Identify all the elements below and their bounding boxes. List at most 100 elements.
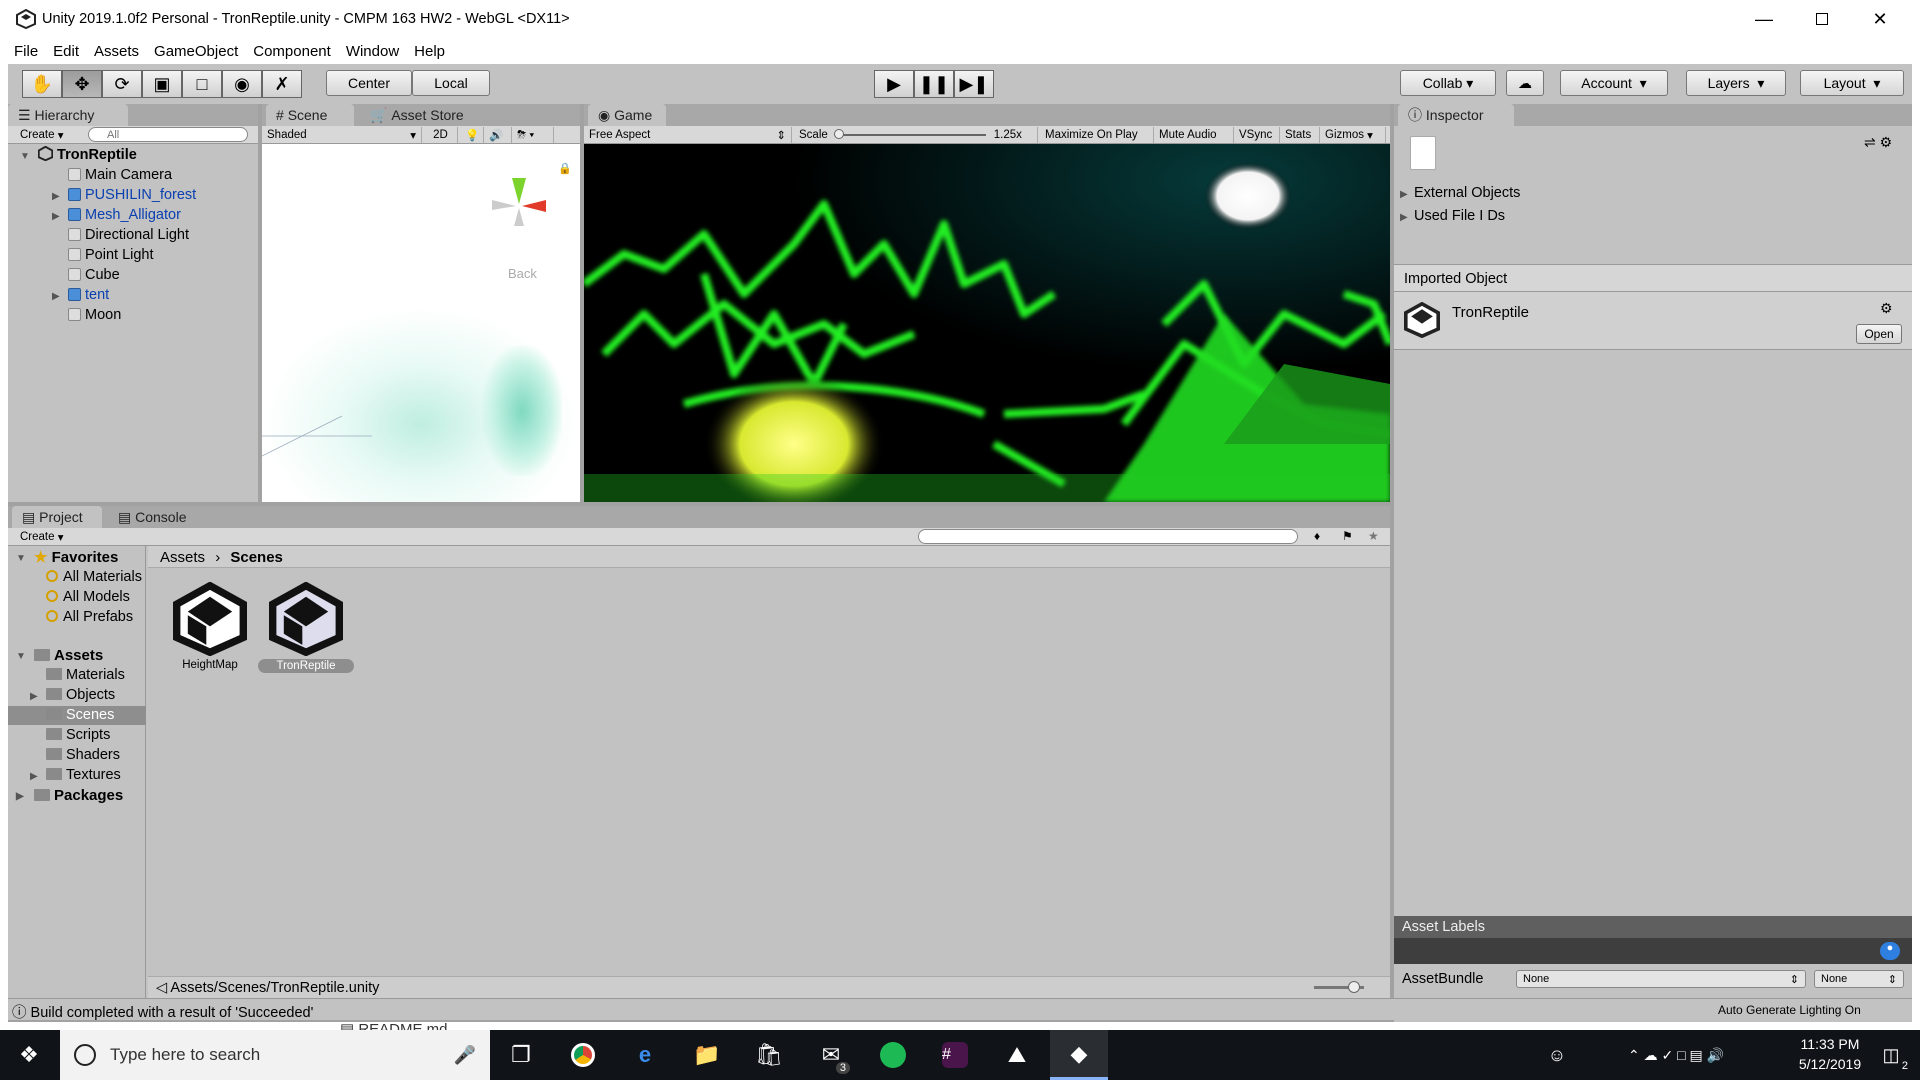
custom-tool-icon[interactable]: ✗	[262, 70, 302, 98]
favorites-root[interactable]: ▼ ★ Favorites	[16, 548, 118, 567]
tab-game[interactable]: ◉ Game	[588, 104, 666, 126]
lighting-toggle-icon[interactable]: 💡	[460, 127, 484, 143]
layout-dropdown[interactable]: Layout ▾	[1800, 70, 1904, 96]
move-tool-icon[interactable]: ✥	[62, 70, 102, 98]
hierarchy-item[interactable]: Directional Light	[68, 226, 189, 245]
favorite-star-icon[interactable]: ★	[1368, 529, 1379, 543]
open-button[interactable]: Open	[1856, 324, 1902, 344]
mode-2d-button[interactable]: 2D	[424, 127, 458, 143]
shading-dropdown[interactable]: Shaded ▾	[262, 127, 422, 143]
collab-dropdown[interactable]: Collab ▾	[1400, 70, 1496, 96]
asset-folder-item[interactable]: ▶ Textures	[30, 766, 121, 785]
edge-icon[interactable]: e	[616, 1030, 674, 1080]
asset-folder-item[interactable]: Shaders	[46, 746, 120, 765]
system-tray[interactable]: ⌃ ☁ ✓ □ ▤ 🔊	[1576, 1030, 1776, 1080]
expand-arrow-icon[interactable]: ▶	[30, 767, 38, 786]
step-icon[interactable]: ▶❚	[954, 70, 994, 98]
tab-inspector[interactable]: ⓘ Inspector	[1398, 104, 1514, 126]
expand-arrow-icon[interactable]: ▶	[52, 187, 60, 206]
menu-gameobject[interactable]: GameObject	[154, 43, 238, 60]
filter-label-icon[interactable]: ⚑	[1342, 529, 1353, 543]
store-icon[interactable]: 🛍	[740, 1030, 798, 1080]
play-icon[interactable]: ▶	[874, 70, 914, 98]
imported-settings-icon[interactable]: ⚙	[1880, 300, 1893, 317]
spotify-icon[interactable]	[864, 1030, 922, 1080]
unity-taskbar-icon[interactable]: ◆	[1050, 1030, 1108, 1080]
transform-tool-icon[interactable]: ◉	[222, 70, 262, 98]
audio-toggle-icon[interactable]: 🔊	[484, 127, 512, 143]
microphone-icon[interactable]: 🎤	[454, 1045, 476, 1066]
account-dropdown[interactable]: Account ▾	[1560, 70, 1668, 96]
asset-folder-item[interactable]: ▶ Objects	[30, 686, 115, 705]
label-tag-icon[interactable]: ●	[1880, 942, 1900, 960]
expand-arrow-icon[interactable]: ▶	[52, 207, 60, 226]
photos-icon[interactable]: ⛰	[988, 1030, 1046, 1080]
tab-hierarchy[interactable]: ☰ Hierarchy	[8, 104, 128, 126]
effects-toggle-icon[interactable]: ⛈ ▾	[512, 127, 554, 143]
inspector-item-external-objects[interactable]: ▶ External Objects	[1400, 184, 1520, 203]
inspector-settings-icon[interactable]: ⇌ ⚙	[1864, 134, 1892, 151]
gizmos-dropdown[interactable]: Gizmos ▾	[1320, 127, 1386, 143]
favorite-item[interactable]: All Prefabs	[46, 608, 146, 627]
breadcrumb-scenes[interactable]: Scenes	[230, 549, 283, 566]
hand-tool-icon[interactable]: ✋	[22, 70, 62, 98]
project-search-input[interactable]	[918, 529, 1298, 544]
menu-file[interactable]: File	[14, 43, 38, 60]
tab-scene[interactable]: # Scene	[266, 104, 354, 126]
pivot-center-button[interactable]: Center	[326, 70, 412, 96]
assetbundle-dropdown[interactable]: None ⇕	[1516, 970, 1806, 988]
project-create[interactable]: Create	[20, 531, 55, 543]
menu-component[interactable]: Component	[253, 43, 331, 60]
notifications-icon[interactable]: ◫ 2	[1862, 1030, 1920, 1080]
maximize-on-play-toggle[interactable]: Maximize On Play	[1040, 127, 1154, 143]
stats-toggle[interactable]: Stats	[1280, 127, 1320, 143]
slack-icon[interactable]: #	[926, 1030, 984, 1080]
mute-audio-toggle[interactable]: Mute Audio	[1154, 127, 1234, 143]
hierarchy-item[interactable]: Main Camera	[68, 166, 172, 185]
rect-tool-icon[interactable]: □	[182, 70, 222, 98]
hierarchy-item[interactable]: ▶ tent	[52, 286, 109, 305]
menu-edit[interactable]: Edit	[53, 43, 79, 60]
lighting-status[interactable]: Auto Generate Lighting On	[1718, 1003, 1861, 1017]
windows-start-icon[interactable]: ❖	[0, 1030, 58, 1080]
hierarchy-item[interactable]: Cube	[68, 266, 120, 285]
hierarchy-item[interactable]: ▶ Mesh_Alligator	[52, 206, 181, 225]
hierarchy-item[interactable]: Point Light	[68, 246, 154, 265]
hierarchy-root[interactable]: ▼ TronReptile	[20, 145, 137, 165]
variant-dropdown[interactable]: None ⇕	[1814, 970, 1904, 988]
taskbar-search[interactable]: Type here to search 🎤	[60, 1030, 490, 1080]
cloud-icon[interactable]: ☁	[1506, 70, 1544, 96]
menu-assets[interactable]: Assets	[94, 43, 139, 60]
mail-icon[interactable]: ✉ 3	[802, 1030, 860, 1080]
asset-folder-item[interactable]: Scenes	[8, 706, 146, 725]
assets-root[interactable]: ▼ Assets	[16, 646, 103, 665]
favorite-item[interactable]: All Models	[46, 588, 146, 607]
file-explorer-icon[interactable]: 📁	[678, 1030, 736, 1080]
aspect-dropdown[interactable]: Free Aspect ⇕	[584, 127, 792, 143]
hierarchy-search-input[interactable]	[88, 127, 248, 142]
tab-console[interactable]: ▤ Console	[108, 506, 198, 528]
asset-folder-item[interactable]: Scripts	[46, 726, 110, 745]
expand-arrow-icon[interactable]: ▶	[52, 287, 60, 306]
chrome-icon[interactable]	[554, 1030, 612, 1080]
file-heightmap[interactable]: HeightMap	[168, 581, 252, 671]
scale-tool-icon[interactable]: ▣	[142, 70, 182, 98]
menu-window[interactable]: Window	[346, 43, 399, 60]
gizmo-lock-icon[interactable]: 🔒	[558, 162, 572, 175]
rotate-tool-icon[interactable]: ⟳	[102, 70, 142, 98]
packages-root[interactable]: ▶ Packages	[16, 786, 123, 805]
maximize-button[interactable]	[1793, 0, 1851, 38]
hierarchy-create[interactable]: Create	[20, 129, 55, 141]
scale-slider[interactable]: Scale 1.25x	[794, 127, 1038, 143]
expand-arrow-icon[interactable]: ▶	[30, 687, 38, 706]
asset-folder-item[interactable]: Materials	[46, 666, 125, 685]
icon-size-slider[interactable]	[1314, 981, 1364, 993]
breadcrumb-assets[interactable]: Assets	[160, 549, 205, 566]
scene-gizmo-icon[interactable]	[474, 164, 564, 244]
tab-asset-store[interactable]: 🛒 Asset Store	[360, 104, 480, 126]
expand-arrow-icon[interactable]: ▼	[20, 147, 30, 166]
file-tronreptile[interactable]: TronReptile	[258, 581, 354, 673]
status-message[interactable]: Build completed with a result of 'Succee…	[31, 1005, 314, 1021]
favorite-item[interactable]: All Materials	[46, 568, 146, 587]
menu-help[interactable]: Help	[414, 43, 445, 60]
